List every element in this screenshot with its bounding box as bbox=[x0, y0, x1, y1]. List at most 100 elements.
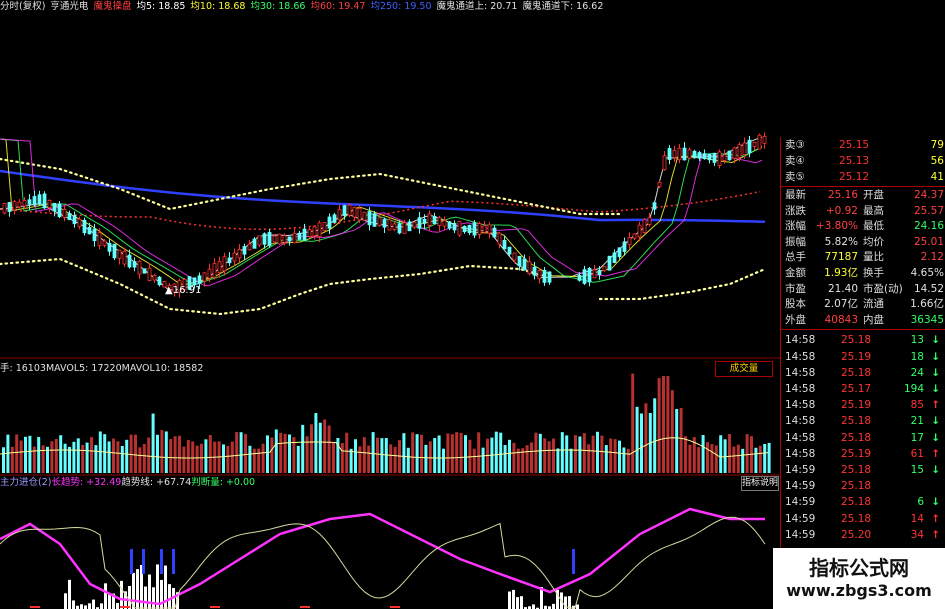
volume-bar bbox=[508, 439, 511, 473]
candle-body bbox=[577, 275, 582, 281]
volume-bar bbox=[675, 408, 679, 473]
indicator-panel bbox=[0, 507, 766, 609]
tick-time: 14:59 bbox=[785, 480, 816, 493]
volume-indicator-button[interactable]: 成交量 bbox=[715, 361, 773, 377]
volume-bar bbox=[613, 439, 617, 473]
ask-volume: 41 bbox=[930, 171, 944, 183]
tick-time: 14:58 bbox=[785, 334, 816, 347]
indicator-bar bbox=[576, 604, 579, 609]
indicator-bar bbox=[144, 586, 147, 609]
candle-body bbox=[32, 196, 37, 206]
volume-bar bbox=[767, 442, 771, 473]
volume-bar bbox=[565, 435, 569, 473]
candle-body bbox=[107, 242, 112, 252]
volume-bar bbox=[596, 431, 599, 473]
volume-bar bbox=[684, 436, 687, 473]
axis-mark bbox=[30, 606, 40, 608]
stat-row: 最新 25.16 开盘 24.37 bbox=[781, 187, 945, 203]
candle-body bbox=[72, 215, 77, 225]
candle-body bbox=[597, 270, 602, 275]
indicator-bar bbox=[120, 580, 123, 609]
ask-price: 25.15 bbox=[839, 139, 870, 151]
low-price-label: 16.91 bbox=[172, 285, 202, 296]
candle-body bbox=[282, 235, 287, 243]
stat-value: 1.66亿 bbox=[910, 298, 944, 311]
tick-row: 14:59 25.20 34 ↑ bbox=[781, 527, 945, 543]
stat-value: 2.07亿 bbox=[824, 298, 858, 311]
tick-volume: 6 bbox=[917, 496, 924, 509]
volume-bar bbox=[380, 438, 384, 473]
stat-value: 40843 bbox=[824, 313, 858, 326]
candle-body bbox=[497, 232, 502, 245]
indicator-bar bbox=[532, 604, 535, 609]
indicator-bar bbox=[72, 600, 75, 609]
volume-bar bbox=[235, 432, 239, 473]
candle-body bbox=[472, 222, 477, 236]
candle-body bbox=[447, 221, 452, 229]
tick-volume: 13 bbox=[910, 334, 924, 347]
signal-bar bbox=[130, 549, 133, 574]
volume-bar bbox=[728, 434, 731, 473]
volume-bar bbox=[138, 447, 142, 473]
header-item-0: 分时(复权) bbox=[0, 1, 46, 12]
candle-body bbox=[217, 261, 222, 273]
volume-bar bbox=[120, 445, 124, 473]
stat-value: 25.57 bbox=[913, 204, 944, 217]
stat-label: 流通 bbox=[863, 298, 884, 311]
candle-body bbox=[437, 217, 442, 226]
volume-bar bbox=[411, 432, 415, 473]
volume-bar bbox=[182, 446, 186, 473]
header-item-8: 魔鬼通道上: 20.71 bbox=[436, 1, 518, 12]
candle-body bbox=[692, 150, 697, 159]
candle-body bbox=[87, 227, 92, 235]
indicator-help-button[interactable]: 指标说明 bbox=[741, 476, 779, 491]
volume-bar bbox=[200, 443, 203, 473]
volume-bar bbox=[178, 435, 181, 473]
volume-bar bbox=[248, 445, 252, 473]
volume-bar bbox=[433, 438, 437, 473]
volume-bar bbox=[754, 447, 758, 473]
candle-body bbox=[712, 152, 717, 163]
stat-value: 2.12 bbox=[920, 251, 944, 264]
volume-bar bbox=[415, 434, 419, 473]
volume-bar bbox=[591, 435, 595, 473]
ask-label: 卖③ bbox=[785, 139, 805, 151]
tick-price: 25.18 bbox=[841, 464, 872, 476]
signal-bar bbox=[160, 549, 163, 574]
candle-body bbox=[442, 220, 447, 227]
candle-body bbox=[727, 150, 732, 161]
candle-body bbox=[722, 154, 727, 161]
tick-time: 14:58 bbox=[785, 431, 816, 444]
volume-bar bbox=[393, 446, 397, 473]
volume-bar bbox=[169, 439, 173, 473]
kline-chart[interactable] bbox=[0, 14, 780, 609]
volume-bar bbox=[697, 447, 701, 473]
volume-bar bbox=[266, 435, 269, 473]
candle-body bbox=[257, 235, 262, 246]
ma-line bbox=[0, 138, 763, 287]
volume-bar bbox=[499, 432, 503, 473]
indicator-bar bbox=[116, 602, 119, 609]
volume-bar bbox=[644, 403, 648, 473]
volume-bar bbox=[679, 407, 683, 473]
tick-time: 14:58 bbox=[785, 366, 816, 379]
tick-row: 14:58 25.17 194 ↓ bbox=[781, 381, 945, 397]
volume-bar bbox=[736, 444, 740, 473]
candle-body bbox=[642, 219, 647, 233]
volume-bar bbox=[296, 445, 300, 473]
indicator-bar bbox=[552, 603, 555, 609]
volume-bar bbox=[437, 435, 441, 473]
tick-row: 14:58 25.19 85 ↑ bbox=[781, 397, 945, 413]
volume-bar bbox=[204, 439, 208, 473]
volume-bar bbox=[688, 444, 692, 473]
stat-label: 总手 bbox=[785, 251, 806, 264]
stat-value: +0.92 bbox=[825, 204, 858, 217]
indicator-bar bbox=[152, 587, 155, 609]
candle-body bbox=[277, 233, 282, 245]
stat-row: 外盘 40843 内盘 36345 bbox=[781, 312, 945, 328]
tick-row: 14:58 25.19 61 ↑ bbox=[781, 446, 945, 462]
arrow-up-icon: ↑ bbox=[931, 528, 940, 541]
volume-bar bbox=[534, 432, 538, 473]
volume-bar bbox=[600, 435, 604, 473]
tick-price: 25.18 bbox=[841, 334, 872, 347]
